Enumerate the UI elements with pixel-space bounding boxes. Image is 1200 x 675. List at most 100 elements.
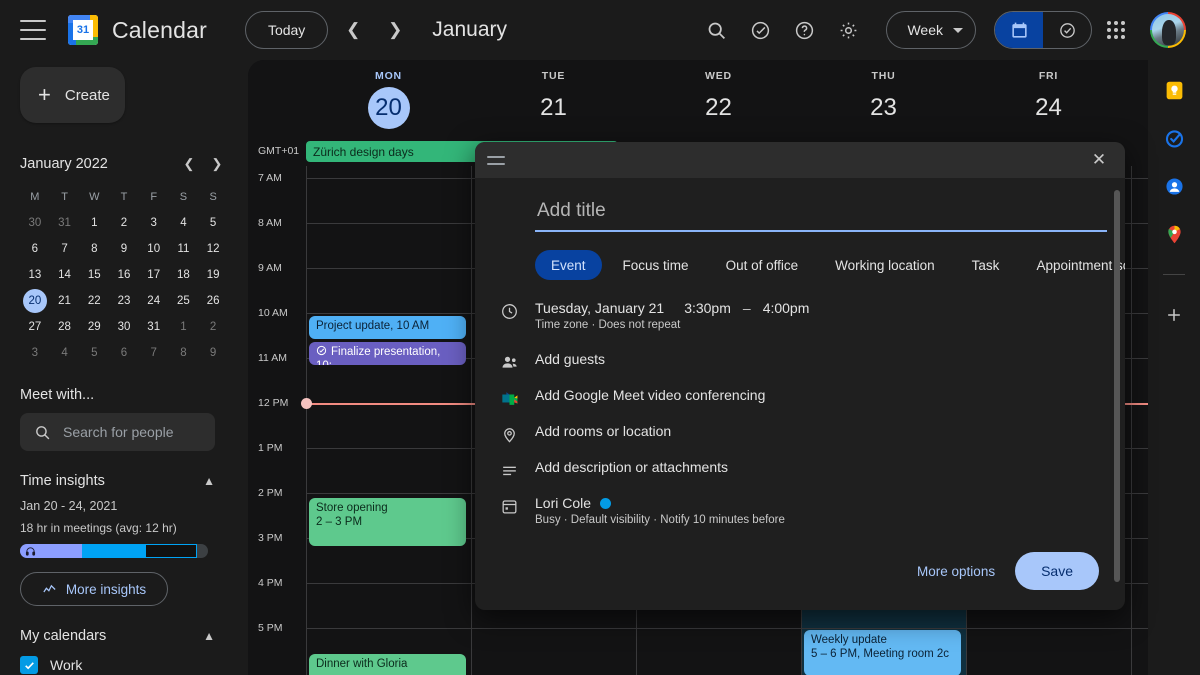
- calendar-owner-row[interactable]: Lori Cole Busy · Default visibility · No…: [535, 495, 1099, 526]
- close-x-icon[interactable]: ✕: [1085, 146, 1113, 174]
- mini-calendar-day[interactable]: 15: [79, 263, 109, 287]
- mini-calendar-day[interactable]: 7: [50, 237, 80, 261]
- google-maps-pin-icon[interactable]: [1162, 222, 1186, 246]
- dialog-scrollbar[interactable]: [1114, 190, 1120, 582]
- next-period-icon[interactable]: ❯: [378, 13, 412, 47]
- gear-icon[interactable]: [828, 10, 868, 50]
- mini-calendar-day[interactable]: 16: [109, 263, 139, 287]
- mini-calendar-day[interactable]: 9: [109, 237, 139, 261]
- event-type-tab-task[interactable]: Task: [956, 250, 1016, 280]
- mini-calendar-day[interactable]: 5: [79, 341, 109, 365]
- mini-calendar-day[interactable]: 23: [109, 289, 139, 313]
- calendar-event[interactable]: Weekly update5 – 6 PM, Meeting room 2c: [804, 630, 961, 675]
- mini-prev-month-icon[interactable]: ❮: [178, 153, 200, 175]
- event-start-time[interactable]: 3:30pm: [684, 300, 731, 316]
- day-header-date[interactable]: 24: [1019, 87, 1079, 129]
- day-header-mon[interactable]: MON20: [359, 70, 419, 129]
- google-tasks-icon[interactable]: [1162, 126, 1186, 150]
- google-apps-grid-icon[interactable]: [1096, 10, 1136, 50]
- drag-handle-icon[interactable]: [487, 156, 505, 165]
- mini-calendar-day[interactable]: 2: [109, 211, 139, 235]
- day-header-wed[interactable]: WED22: [689, 70, 749, 129]
- mini-calendar-day[interactable]: 12: [198, 237, 228, 261]
- mini-calendar-day[interactable]: 11: [169, 237, 199, 261]
- hamburger-menu-icon[interactable]: [20, 20, 46, 40]
- mini-calendar-day[interactable]: 27: [20, 315, 50, 339]
- event-end-time[interactable]: 4:00pm: [763, 300, 810, 316]
- create-button[interactable]: + Create: [20, 67, 125, 123]
- calendar-event[interactable]: Finalize presentation, 10:: [309, 342, 466, 365]
- support-check-icon[interactable]: [740, 10, 780, 50]
- mini-calendar-day[interactable]: 13: [20, 263, 50, 287]
- more-insights-button[interactable]: More insights: [20, 572, 168, 606]
- prev-period-icon[interactable]: ❮: [336, 13, 370, 47]
- event-type-tab-working-location[interactable]: Working location: [819, 250, 951, 280]
- tasks-check-icon[interactable]: [1043, 12, 1091, 48]
- mini-calendar-day[interactable]: 31: [139, 315, 169, 339]
- mini-calendar-day[interactable]: 3: [139, 211, 169, 235]
- google-keep-icon[interactable]: [1162, 78, 1186, 102]
- mini-calendar-day[interactable]: 3: [20, 341, 50, 365]
- event-date[interactable]: Tuesday, January 21: [535, 300, 664, 316]
- mini-calendar-day[interactable]: 21: [50, 289, 80, 313]
- mini-calendar-day[interactable]: 30: [109, 315, 139, 339]
- mini-calendar-day[interactable]: 5: [198, 211, 228, 235]
- mini-calendar-day[interactable]: 4: [169, 211, 199, 235]
- event-type-tab-focus-time[interactable]: Focus time: [607, 250, 705, 280]
- mini-calendar-day[interactable]: 18: [169, 263, 199, 287]
- mini-calendar-day[interactable]: 6: [20, 237, 50, 261]
- calendar-list-item[interactable]: Work: [20, 656, 248, 674]
- google-contacts-icon[interactable]: [1162, 174, 1186, 198]
- calendar-view-icon[interactable]: [995, 12, 1043, 48]
- mini-calendar-day[interactable]: 28: [50, 315, 80, 339]
- event-timezone-repeat[interactable]: Time zone · Does not repeat: [535, 319, 809, 331]
- day-header-date[interactable]: 21: [524, 87, 584, 129]
- mini-calendar-day[interactable]: 17: [139, 263, 169, 287]
- mini-calendar-day[interactable]: 9: [198, 341, 228, 365]
- my-calendars-header[interactable]: My calendars ▲: [20, 628, 215, 644]
- day-header-tue[interactable]: TUE21: [524, 70, 584, 129]
- calendar-event[interactable]: Project update, 10 AM: [309, 316, 466, 339]
- today-button[interactable]: Today: [245, 11, 328, 49]
- mini-calendar-day[interactable]: 6: [109, 341, 139, 365]
- help-question-icon[interactable]: [784, 10, 824, 50]
- mini-calendar-day[interactable]: 8: [169, 341, 199, 365]
- mini-calendar-day[interactable]: 1: [79, 211, 109, 235]
- mini-calendar-day[interactable]: 20: [23, 289, 47, 313]
- mini-calendar-day[interactable]: 26: [198, 289, 228, 313]
- checkbox-checked-icon[interactable]: [20, 656, 38, 674]
- avatar[interactable]: [1150, 12, 1186, 48]
- day-header-thu[interactable]: THU23: [854, 70, 914, 129]
- event-type-tab-event[interactable]: Event: [535, 250, 602, 280]
- event-datetime-row[interactable]: Tuesday, January 21 3:30pm – 4:00pm Time…: [535, 300, 1099, 331]
- mini-calendar-day[interactable]: 25: [169, 289, 199, 313]
- mini-calendar-day[interactable]: 19: [198, 263, 228, 287]
- add-guests-row[interactable]: Add guests: [535, 351, 1099, 367]
- calendar-event[interactable]: Store opening2 – 3 PM: [309, 498, 466, 546]
- mini-calendar-day[interactable]: 30: [20, 211, 50, 235]
- add-app-plus-icon[interactable]: [1162, 303, 1186, 327]
- mini-calendar-day[interactable]: 22: [79, 289, 109, 313]
- mini-calendar-day[interactable]: 29: [79, 315, 109, 339]
- view-mode-select[interactable]: Week: [886, 11, 976, 49]
- mini-calendar-day[interactable]: 10: [139, 237, 169, 261]
- add-location-row[interactable]: Add rooms or location: [535, 423, 1099, 439]
- event-type-tab-appointment-schedule[interactable]: Appointment schedule: [1020, 250, 1125, 280]
- mini-calendar-day[interactable]: 1: [169, 315, 199, 339]
- mini-calendar-day[interactable]: 8: [79, 237, 109, 261]
- event-type-tab-out-of-office[interactable]: Out of office: [710, 250, 815, 280]
- day-header-date[interactable]: 20: [368, 87, 410, 129]
- calendar-color-dot[interactable]: [600, 498, 611, 509]
- calendar-event[interactable]: Dinner with Gloria: [309, 654, 466, 675]
- mini-next-month-icon[interactable]: ❯: [206, 153, 228, 175]
- search-for-people-input[interactable]: Search for people: [20, 413, 215, 451]
- day-header-date[interactable]: 22: [689, 87, 749, 129]
- add-google-meet-row[interactable]: Add Google Meet video conferencing: [535, 387, 1099, 403]
- save-button[interactable]: Save: [1015, 552, 1099, 590]
- mini-calendar-day[interactable]: 7: [139, 341, 169, 365]
- mini-calendar-day[interactable]: 2: [198, 315, 228, 339]
- mini-calendar-day[interactable]: 31: [50, 211, 80, 235]
- search-icon[interactable]: [696, 10, 736, 50]
- more-options-link[interactable]: More options: [917, 564, 995, 579]
- add-description-row[interactable]: Add description or attachments: [535, 459, 1099, 475]
